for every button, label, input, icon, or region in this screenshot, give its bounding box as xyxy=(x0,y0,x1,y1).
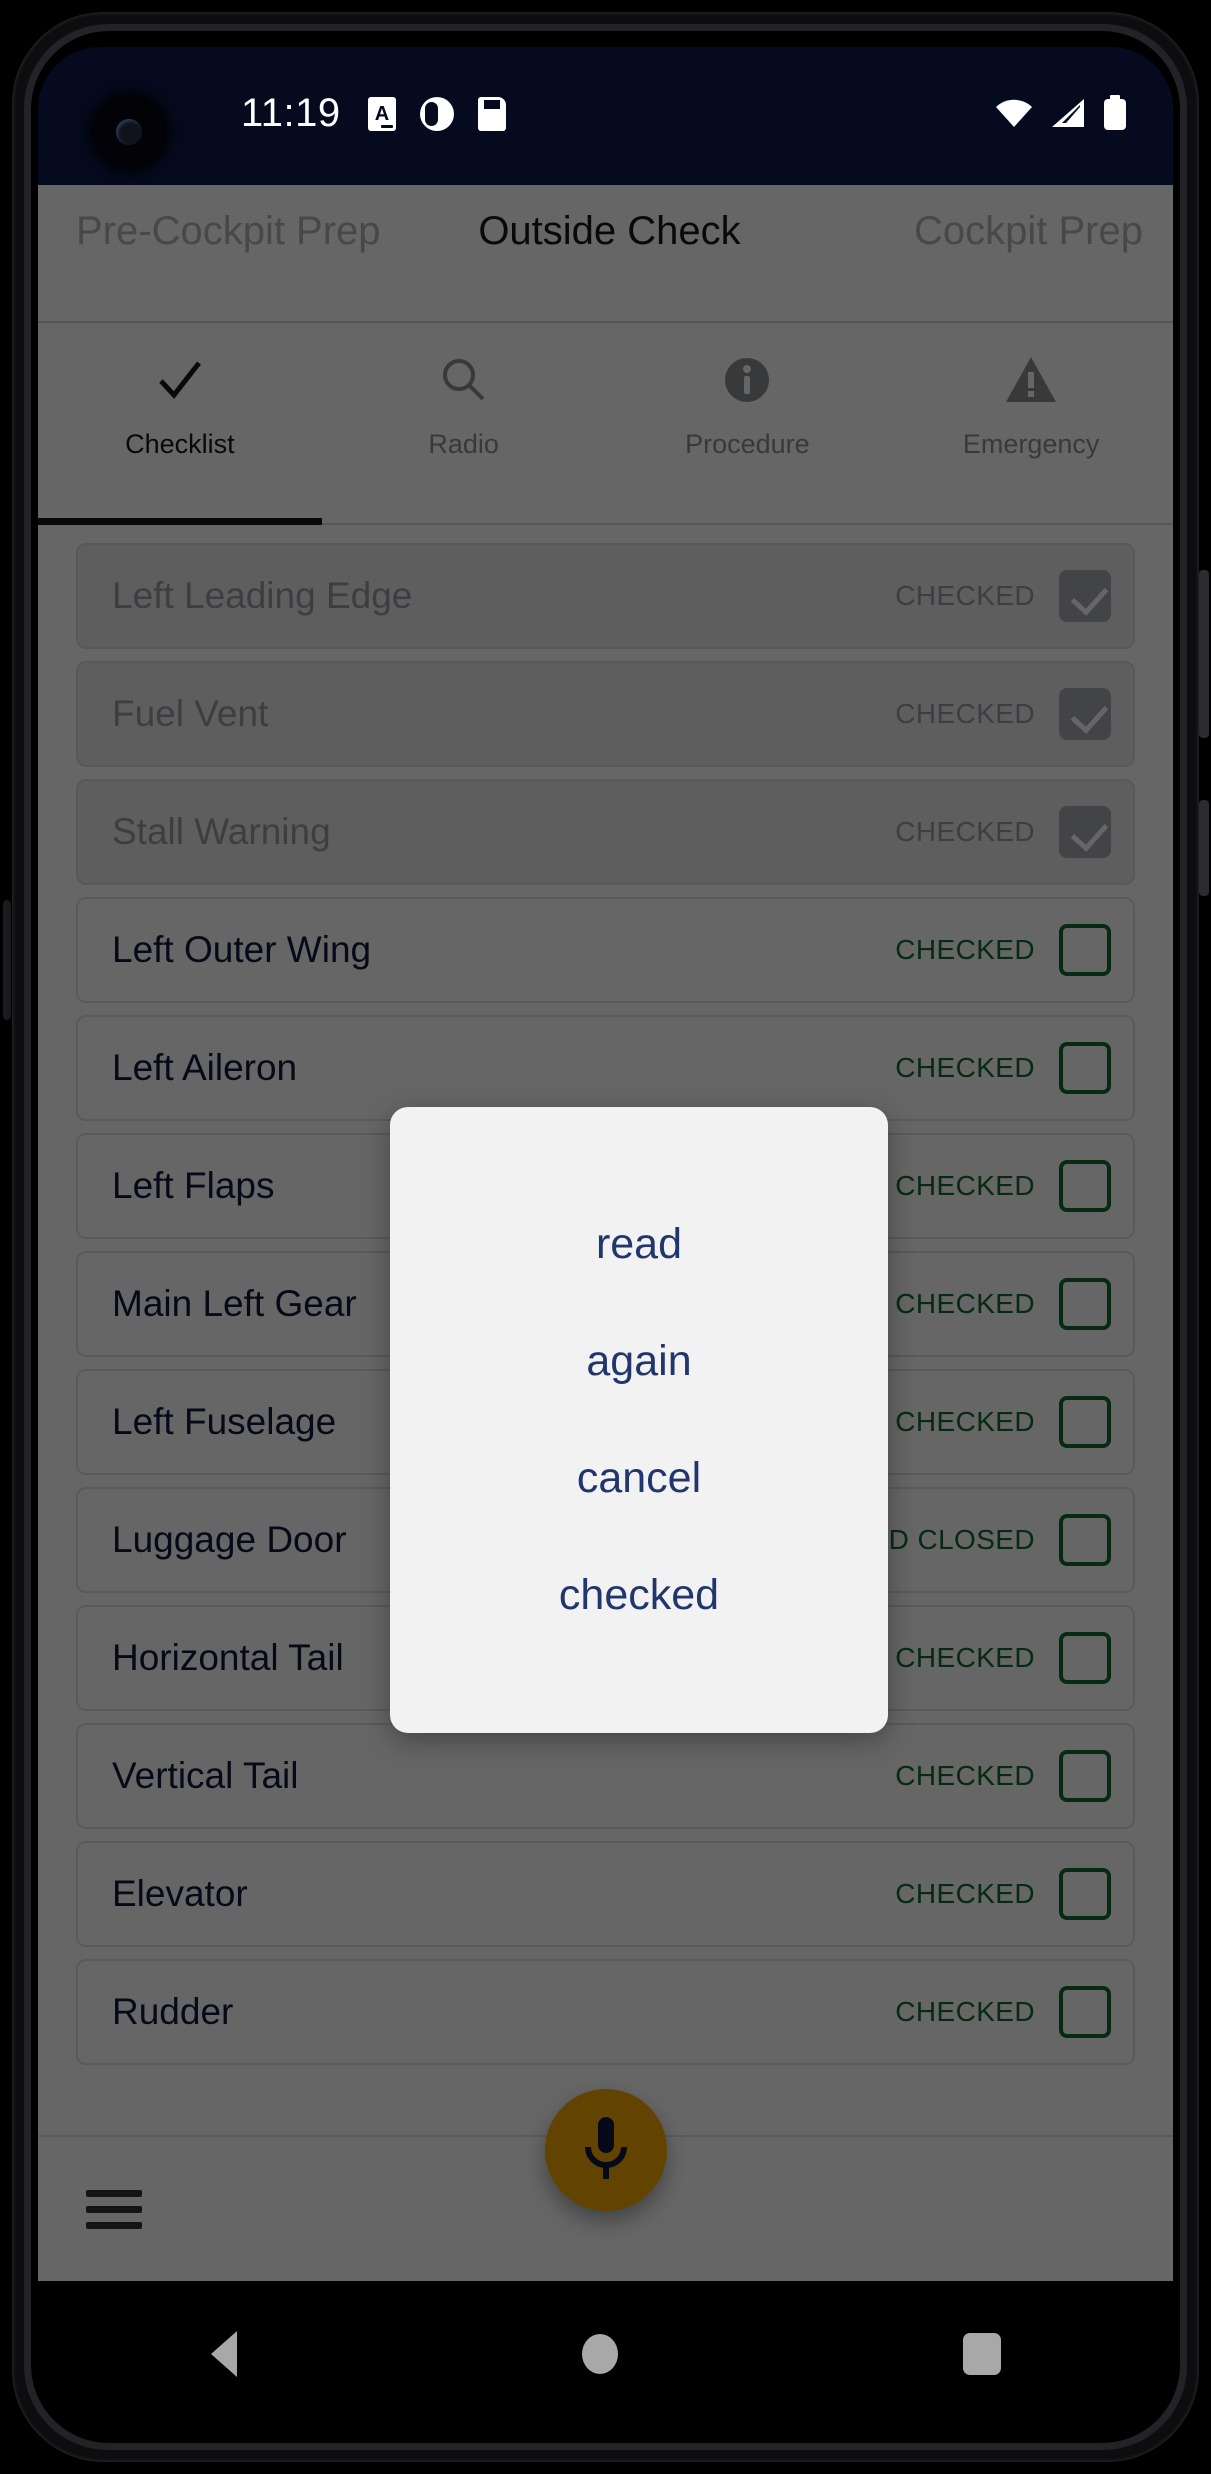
cellular-signal-icon xyxy=(1050,97,1086,129)
system-status-icons xyxy=(994,95,1128,131)
checklist-row-label: Left Outer Wing xyxy=(112,929,372,970)
tab-checklist-label: Checklist xyxy=(125,429,235,459)
tab-procedure-label: Procedure xyxy=(685,429,810,459)
recents-icon[interactable] xyxy=(962,2333,1001,2375)
checklist-row-checkbox[interactable] xyxy=(1059,1396,1111,1448)
checklist-row-checkbox[interactable] xyxy=(1059,1750,1111,1802)
checklist-row-checkbox[interactable] xyxy=(1059,806,1111,858)
section-tab-pre-cockpit-prep[interactable]: Pre-Cockpit Prep xyxy=(38,185,428,255)
checklist-row-status: CHECKED xyxy=(895,1052,1035,1083)
volume-button[interactable] xyxy=(1199,570,1209,738)
info-circle-icon xyxy=(721,349,773,411)
microphone-icon xyxy=(584,2117,627,2179)
checklist-row-checkbox[interactable] xyxy=(1059,1160,1111,1212)
checklist-row-status: CHECKED xyxy=(895,1170,1035,1201)
back-icon[interactable] xyxy=(210,2331,237,2377)
tab-procedure[interactable]: Procedure xyxy=(606,325,890,523)
warning-triangle-icon xyxy=(1004,349,1058,411)
checklist-row-checkbox[interactable] xyxy=(1059,570,1111,622)
section-tab-cockpit-prep[interactable]: Cockpit Prep xyxy=(791,185,1173,255)
checklist-row-status: CHECKED xyxy=(895,580,1035,611)
tab-checklist[interactable]: Checklist xyxy=(38,325,322,525)
checklist-row-label: Elevator xyxy=(112,1873,248,1914)
checklist-row-checkbox[interactable] xyxy=(1059,1514,1111,1566)
battery-icon xyxy=(1102,95,1128,131)
tab-emergency[interactable]: Emergency xyxy=(889,325,1173,523)
checkmark-icon xyxy=(153,349,207,411)
checklist-row-status: CHECKED xyxy=(895,1642,1035,1673)
checklist-row-status: CHECKED xyxy=(895,1760,1035,1791)
icon-tab-bar: Checklist Radio Procedure Emergency xyxy=(38,325,1173,525)
search-icon xyxy=(438,349,490,411)
checklist-row[interactable]: Stall Warning CHECKED xyxy=(76,779,1135,885)
power-button[interactable] xyxy=(1199,800,1209,896)
checklist-row-status: CHECKED xyxy=(895,1288,1035,1319)
checklist-row[interactable]: Elevator CHECKED xyxy=(76,1841,1135,1947)
dialog-option-again[interactable]: again xyxy=(390,1303,888,1420)
microphone-fab-button[interactable] xyxy=(544,2089,667,2211)
checklist-row-status: CHECKED xyxy=(895,1406,1035,1437)
android-navigation-bar xyxy=(38,2281,1173,2427)
checklist-row-checkbox[interactable] xyxy=(1059,1278,1111,1330)
contrast-circle-icon xyxy=(420,97,454,131)
tab-radio[interactable]: Radio xyxy=(322,325,606,523)
checklist-row-checkbox[interactable] xyxy=(1059,688,1111,740)
checklist-row-checkbox[interactable] xyxy=(1059,1042,1111,1094)
section-tab-bar: Pre-Cockpit Prep Outside Check Cockpit P… xyxy=(38,185,1173,323)
status-bar: 11:19 A xyxy=(38,47,1173,185)
dialog-option-read[interactable]: read xyxy=(390,1186,888,1303)
checklist-row[interactable]: Rudder CHECKED xyxy=(76,1959,1135,2065)
hamburger-menu-icon[interactable] xyxy=(86,2189,142,2229)
phone-screen: 11:19 A Pre-Cockpit Prep Outside Check C… xyxy=(38,47,1173,2427)
notification-icons: A xyxy=(368,97,506,131)
checklist-row[interactable]: Vertical Tail CHECKED xyxy=(76,1723,1135,1829)
front-camera xyxy=(94,97,164,167)
checklist-row-checkbox[interactable] xyxy=(1059,1986,1111,2038)
checklist-row-status: CHECKED xyxy=(895,1878,1035,1909)
checklist-row-label: Fuel Vent xyxy=(112,693,269,734)
checklist-row-label: Vertical Tail xyxy=(112,1755,299,1796)
checklist-row-label: Left Aileron xyxy=(112,1047,298,1088)
checklist-row[interactable]: Fuel Vent CHECKED xyxy=(76,661,1135,767)
checklist-row-checkbox[interactable] xyxy=(1059,1868,1111,1920)
dialog-option-cancel[interactable]: cancel xyxy=(390,1420,888,1537)
checklist-row-checkbox[interactable] xyxy=(1059,1632,1111,1684)
tab-radio-label: Radio xyxy=(428,429,499,459)
checklist-row-label: Stall Warning xyxy=(112,811,331,852)
section-tab-outside-check[interactable]: Outside Check xyxy=(428,185,790,255)
phone-frame: 11:19 A Pre-Cockpit Prep Outside Check C… xyxy=(0,0,1211,2474)
checklist-row-status: CHECKED xyxy=(895,1996,1035,2027)
checklist-row[interactable]: Left Aileron CHECKED xyxy=(76,1015,1135,1121)
checklist-row-checkbox[interactable] xyxy=(1059,924,1111,976)
app-body: Pre-Cockpit Prep Outside Check Cockpit P… xyxy=(38,185,1173,2281)
checklist-row-label: Rudder xyxy=(112,1991,234,2032)
home-icon[interactable] xyxy=(581,2334,618,2374)
document-a-icon: A xyxy=(368,97,396,131)
checklist-row-status: CHECKED xyxy=(895,934,1035,965)
checklist-row-status: CHECKED xyxy=(895,816,1035,847)
tab-emergency-label: Emergency xyxy=(962,429,1100,459)
wifi-icon xyxy=(994,97,1034,129)
voice-command-dialog: read again cancel checked xyxy=(390,1107,888,1733)
checklist-row-label: Left Leading Edge xyxy=(112,575,413,616)
status-bar-clock: 11:19 xyxy=(241,91,341,135)
checklist-row-status: CHECKED xyxy=(895,698,1035,729)
dialog-option-checked[interactable]: checked xyxy=(390,1537,888,1654)
active-tab-indicator xyxy=(38,518,322,525)
left-side-button[interactable] xyxy=(3,900,11,1020)
sd-card-icon xyxy=(478,97,506,131)
checklist-row[interactable]: Left Outer Wing CHECKED xyxy=(76,897,1135,1003)
checklist-row[interactable]: Left Leading Edge CHECKED xyxy=(76,543,1135,649)
